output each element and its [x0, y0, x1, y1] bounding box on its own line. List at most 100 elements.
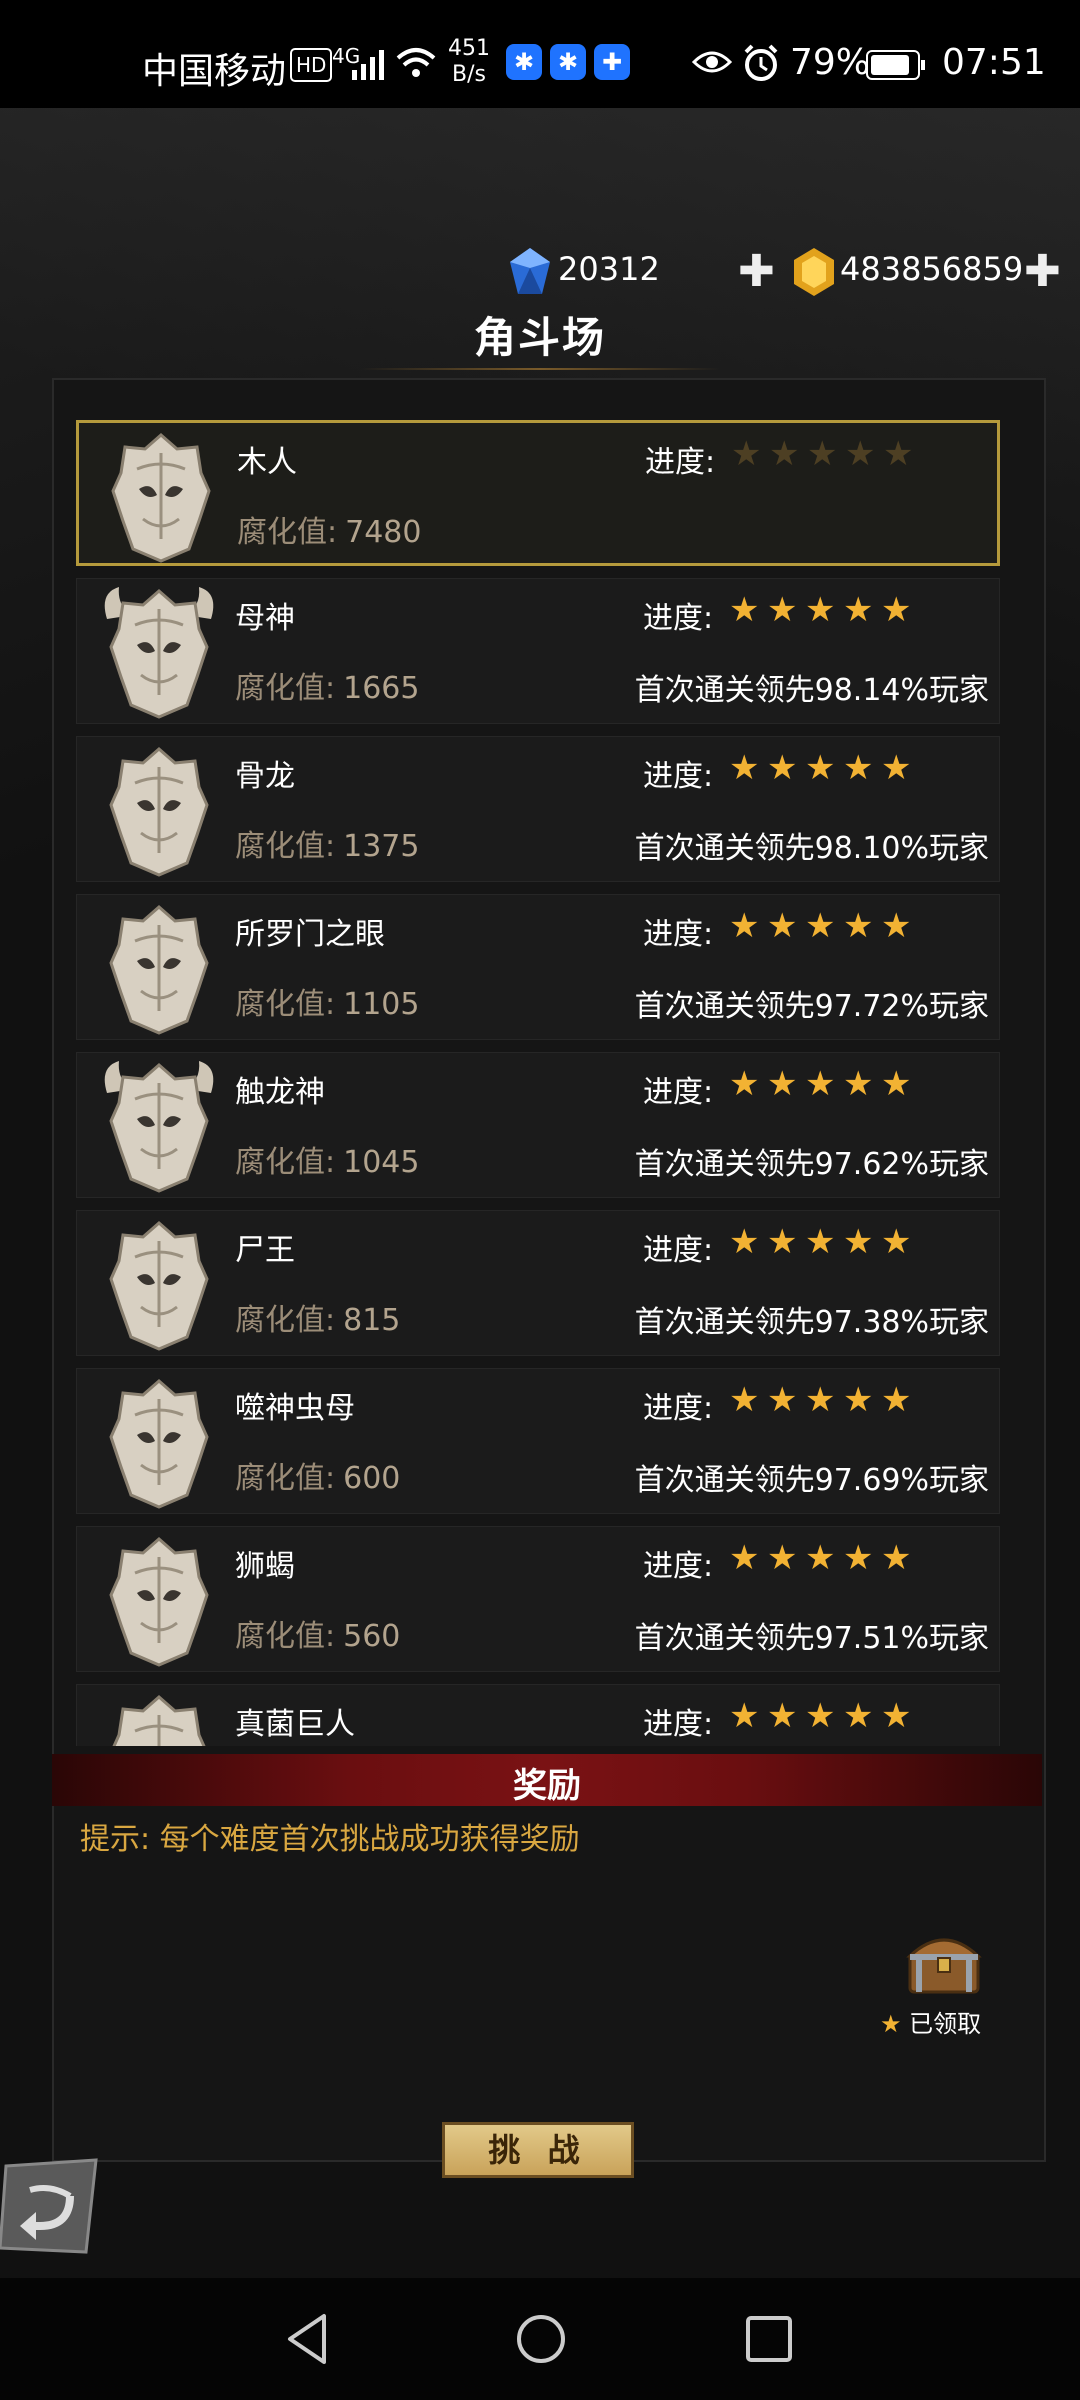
- boss-row[interactable]: 所罗门之眼 腐化值: 1105 进度: ★ ★ ★ ★ ★ 首次通关领先97.72%玩家: [76, 894, 1000, 1040]
- gem-icon: [510, 248, 550, 294]
- first-clear-rank: 首次通关领先97.38%玩家: [634, 1305, 989, 1340]
- boss-name: 噬神虫母: [235, 1391, 355, 1426]
- first-clear-rank: 首次通关领先97.72%玩家: [634, 989, 989, 1024]
- star-icon: ★: [729, 1064, 760, 1104]
- reward-title: 奖励: [513, 1766, 581, 1806]
- progress-stars: ★ ★ ★ ★ ★: [731, 437, 921, 477]
- progress-stars: ★ ★ ★ ★ ★: [729, 1383, 919, 1423]
- home-nav-icon[interactable]: [508, 2306, 574, 2372]
- progress-stars: ★ ★ ★ ★ ★: [729, 1541, 919, 1581]
- star-icon: ★: [729, 590, 760, 630]
- corruption-number: 815: [343, 1303, 401, 1338]
- star-icon: ★: [881, 748, 912, 788]
- star-icon: ★: [881, 1222, 912, 1262]
- boss-mask-icon: [109, 1379, 209, 1509]
- gem-count: 20312: [558, 250, 660, 288]
- alarm-icon: [744, 44, 778, 81]
- chest-status: ★ 已领取: [880, 2004, 981, 2039]
- star-icon: ★: [843, 1538, 874, 1578]
- star-icon: ★: [767, 1696, 798, 1736]
- add-gems-button[interactable]: ✚: [738, 246, 775, 297]
- boss-row[interactable]: 触龙神 腐化值: 1045 进度: ★ ★ ★ ★ ★ 首次通关领先97.62%玩家: [76, 1052, 1000, 1198]
- add-gold-button[interactable]: ✚: [1024, 246, 1061, 297]
- boss-name: 真菌巨人: [235, 1707, 355, 1742]
- first-clear-rank: 首次通关领先98.10%玩家: [634, 831, 989, 866]
- star-icon: ★: [805, 590, 836, 630]
- first-clear-rank: 首次通关领先97.69%玩家: [634, 1463, 989, 1498]
- star-icon: ★: [881, 1380, 912, 1420]
- boss-row[interactable]: 狮蝎 腐化值: 560 进度: ★ ★ ★ ★ ★ 首次通关领先97.51%玩家: [76, 1526, 1000, 1672]
- progress-stars: ★ ★ ★ ★ ★: [729, 593, 919, 633]
- boss-name: 触龙神: [235, 1075, 325, 1110]
- star-icon: ★: [767, 1222, 798, 1262]
- star-icon: ★: [805, 1380, 836, 1420]
- signal-icon: [352, 50, 384, 80]
- boss-row[interactable]: 真菌巨人 进度: ★ ★ ★ ★ ★: [76, 1684, 1000, 1746]
- boss-row[interactable]: 母神 腐化值: 1665 进度: ★ ★ ★ ★ ★ 首次通关领先98.14%玩家: [76, 578, 1000, 724]
- progress-label: 进度:: [643, 601, 714, 636]
- progress-label: 进度:: [643, 917, 714, 952]
- chest-claimed-label: 已领取: [909, 2010, 982, 2038]
- star-icon: ★: [843, 1222, 874, 1262]
- gold-icon: [794, 248, 834, 296]
- boss-row[interactable]: 木人 腐化值: 7480 进度: ★ ★ ★ ★ ★: [76, 420, 1000, 566]
- boss-name: 所罗门之眼: [235, 917, 385, 952]
- star-icon: ★: [881, 906, 912, 946]
- star-icon: ★: [881, 1538, 912, 1578]
- gold-count: 483856859: [840, 250, 1024, 288]
- star-icon: ★: [767, 1538, 798, 1578]
- star-icon: ★: [843, 590, 874, 630]
- progress-stars: ★ ★ ★ ★ ★: [729, 1699, 919, 1739]
- corruption-number: 1105: [343, 987, 420, 1022]
- status-bar: 中国移动 HD 4G 451 B/s ✱ ✱ ✚ 79% 07:51: [0, 0, 1080, 108]
- first-clear-rank: 首次通关领先97.51%玩家: [634, 1621, 989, 1656]
- star-icon: ★: [843, 1380, 874, 1420]
- corruption-value: 腐化值: 560: [235, 1611, 400, 1655]
- progress-label: 进度:: [643, 1075, 714, 1110]
- treasure-chest-icon[interactable]: [906, 1930, 982, 1994]
- speed-unit: B/s: [452, 62, 486, 87]
- back-nav-icon[interactable]: [276, 2306, 342, 2372]
- boss-name: 狮蝎: [235, 1549, 295, 1584]
- boss-row[interactable]: 噬神虫母 腐化值: 600 进度: ★ ★ ★ ★ ★ 首次通关领先97.69%玩家: [76, 1368, 1000, 1514]
- star-icon: ★: [845, 434, 876, 474]
- challenge-button[interactable]: 挑 战: [442, 2122, 634, 2178]
- star-icon: ★: [767, 748, 798, 788]
- corruption-label: 腐化值:: [237, 515, 338, 550]
- star-icon: ★: [729, 1222, 760, 1262]
- progress-stars: ★ ★ ★ ★ ★: [729, 1067, 919, 1107]
- star-icon: ★: [731, 434, 762, 474]
- star-icon: ★: [805, 1696, 836, 1736]
- progress-label: 进度:: [643, 1707, 714, 1742]
- back-icon[interactable]: [0, 2156, 100, 2256]
- boss-mask-icon: [112, 1695, 206, 1746]
- boss-mask-icon: [109, 905, 209, 1035]
- boss-mask-icon: [104, 587, 214, 719]
- corruption-value: 腐化值: 7480: [237, 507, 421, 551]
- app-notification-icon: ✚: [594, 44, 630, 80]
- boss-list[interactable]: 木人 腐化值: 7480 进度: ★ ★ ★ ★ ★ 母神 腐化值: 1665 进度: ★ ★ ★ ★ ★ 首次通关…: [72, 420, 1008, 1746]
- recents-nav-icon[interactable]: [736, 2306, 802, 2372]
- progress-label: 进度:: [643, 1233, 714, 1268]
- boss-name: 尸王: [235, 1233, 295, 1268]
- star-icon: ★: [767, 1380, 798, 1420]
- progress-stars: ★ ★ ★ ★ ★: [729, 1225, 919, 1265]
- star-icon: ★: [729, 1538, 760, 1578]
- corruption-value: 腐化值: 1105: [235, 979, 419, 1023]
- corruption-label: 腐化值:: [235, 829, 336, 864]
- corruption-label: 腐化值:: [235, 1461, 336, 1496]
- progress-label: 进度:: [643, 759, 714, 794]
- boss-row[interactable]: 尸王腐化值: 815 进度: ★ ★ ★ ★ ★ 首次通关领先97.38%玩家: [76, 1210, 1000, 1356]
- star-icon: ★: [881, 590, 912, 630]
- star-icon: ★: [880, 2010, 902, 2038]
- star-icon: ★: [805, 1064, 836, 1104]
- star-icon: ★: [767, 590, 798, 630]
- boss-name: 母神: [235, 601, 295, 636]
- boss-row[interactable]: 骨龙 腐化值: 1375 进度: ★ ★ ★ ★ ★ 首次通关领先98.10%玩家: [76, 736, 1000, 882]
- wifi-icon: [396, 48, 436, 77]
- star-icon: ★: [843, 1064, 874, 1104]
- corruption-value: 腐化值: 815: [235, 1295, 400, 1339]
- corruption-value: 腐化值: 1665: [235, 663, 419, 707]
- title-divider: [360, 368, 720, 370]
- battery-icon: [866, 50, 925, 80]
